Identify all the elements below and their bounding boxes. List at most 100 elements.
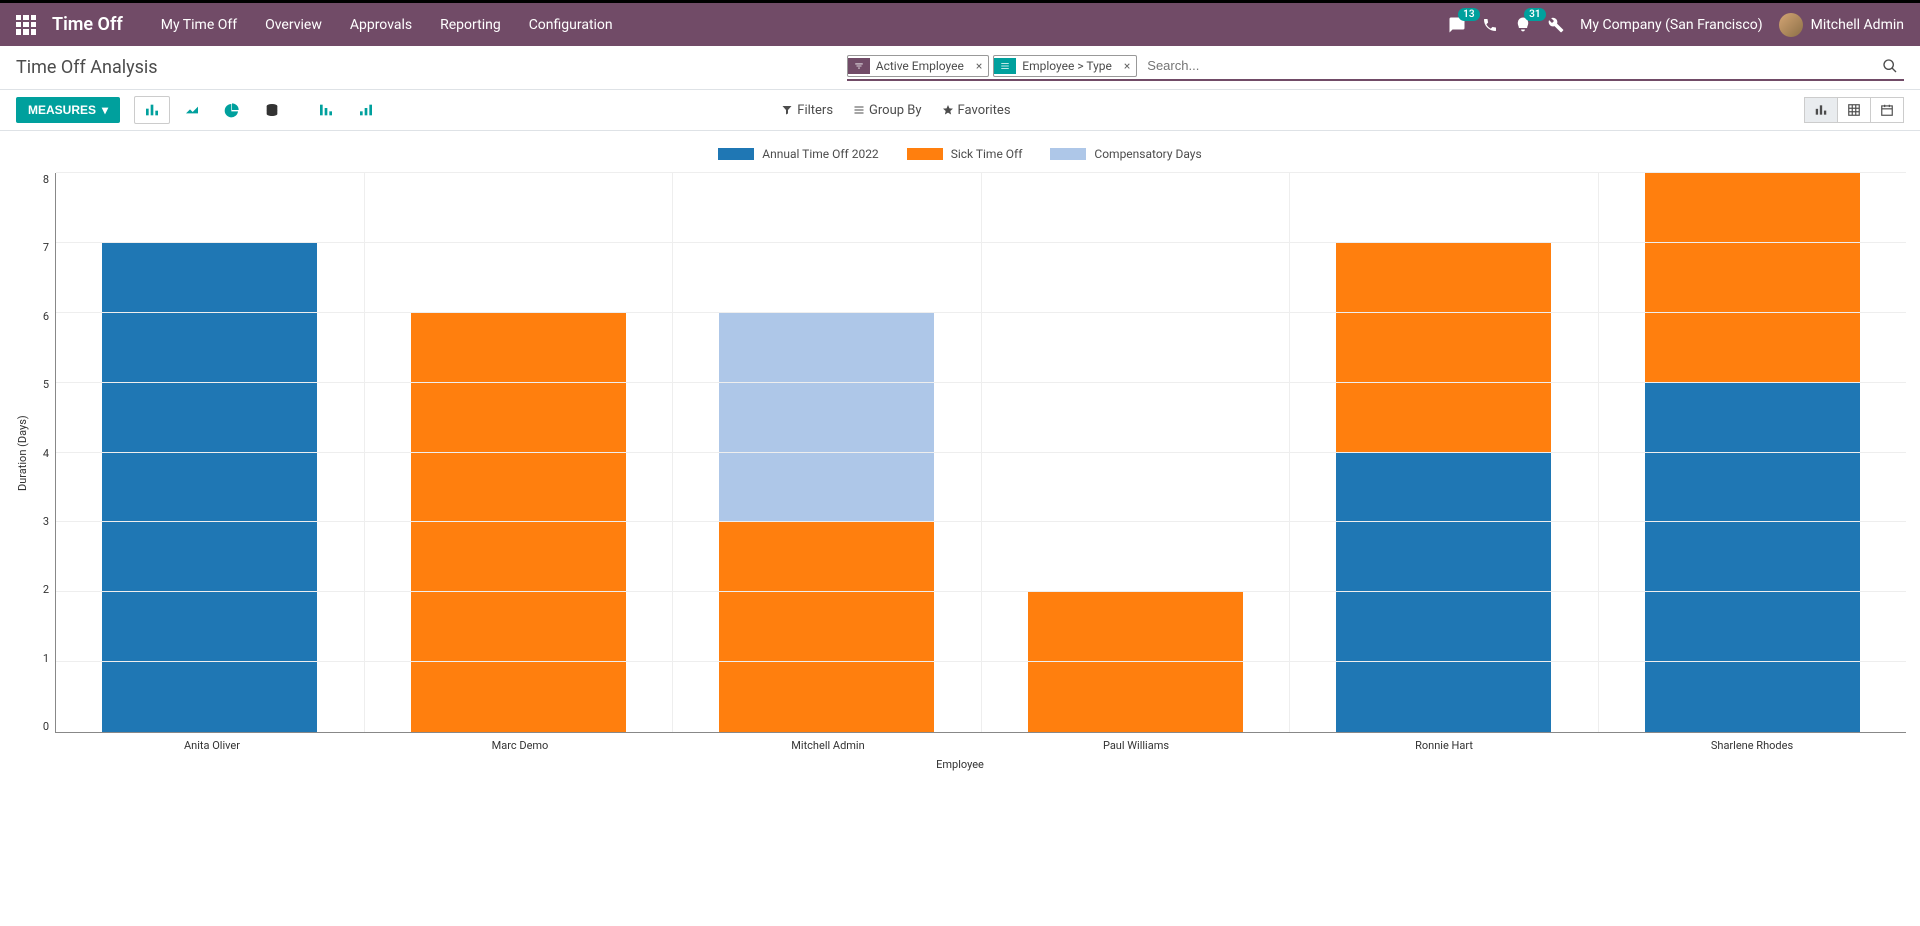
measures-label: MEASURES xyxy=(28,103,96,117)
bar-column xyxy=(673,173,982,732)
bar-stack[interactable] xyxy=(102,243,317,732)
legend-swatch xyxy=(1050,148,1086,160)
nav-reporting[interactable]: Reporting xyxy=(426,17,515,33)
gridline xyxy=(56,172,1906,173)
bar-segment[interactable] xyxy=(1336,243,1551,453)
activities-icon[interactable]: 31 xyxy=(1514,16,1532,34)
bar-stack[interactable] xyxy=(411,313,626,732)
bar-segment[interactable] xyxy=(1028,592,1243,732)
bar-stack[interactable] xyxy=(1336,243,1551,732)
pie-chart-mode-button[interactable] xyxy=(214,96,250,124)
x-tick-label: Anita Oliver xyxy=(58,733,366,752)
legend-swatch xyxy=(907,148,943,160)
sort-asc-button[interactable] xyxy=(348,96,384,124)
line-chart-mode-button[interactable] xyxy=(174,96,210,124)
nav-my-time-off[interactable]: My Time Off xyxy=(147,17,251,33)
nav-approvals[interactable]: Approvals xyxy=(336,17,426,33)
y-tick: 7 xyxy=(43,241,49,254)
y-tick: 4 xyxy=(43,447,49,460)
bar-column xyxy=(982,173,1291,732)
plot-area xyxy=(55,173,1906,733)
systray: 13 31 My Company (San Francisco) Mitchel… xyxy=(1448,13,1904,37)
search-bar: Active Employee × Employee > Type × xyxy=(847,54,1904,81)
bar-column xyxy=(365,173,674,732)
calendar-view-button[interactable] xyxy=(1870,97,1904,123)
control-panel: MEASURES ▾ Filters Group By xyxy=(0,90,1920,131)
chart-container: Annual Time Off 2022 Sick Time Off Compens… xyxy=(0,131,1920,771)
company-selector[interactable]: My Company (San Francisco) xyxy=(1580,17,1762,33)
gridline xyxy=(56,242,1906,243)
gridline xyxy=(56,382,1906,383)
y-tick: 2 xyxy=(43,583,49,596)
y-axis-label: Duration (Days) xyxy=(14,173,31,733)
chart-legend: Annual Time Off 2022 Sick Time Off Compens… xyxy=(14,141,1906,173)
gridline xyxy=(56,661,1906,662)
y-tick: 6 xyxy=(43,310,49,323)
bar-stack[interactable] xyxy=(1028,592,1243,732)
activities-badge: 31 xyxy=(1524,8,1545,21)
favorites-dropdown[interactable]: Favorites xyxy=(942,103,1011,118)
user-menu[interactable]: Mitchell Admin xyxy=(1779,13,1904,37)
measures-button[interactable]: MEASURES ▾ xyxy=(16,97,120,123)
bar-segment[interactable] xyxy=(719,313,934,523)
legend-item[interactable]: Sick Time Off xyxy=(907,147,1023,161)
bar-segment[interactable] xyxy=(1645,173,1860,383)
nav-overview[interactable]: Overview xyxy=(251,17,336,33)
breadcrumb-search-row: Time Off Analysis Active Employee × Empl… xyxy=(0,46,1920,90)
x-tick-label: Ronnie Hart xyxy=(1290,733,1598,752)
stacked-mode-button[interactable] xyxy=(254,96,290,124)
search-input[interactable] xyxy=(1141,54,1876,77)
bar-column xyxy=(1290,173,1599,732)
legend-item[interactable]: Annual Time Off 2022 xyxy=(718,147,878,161)
bar-segment[interactable] xyxy=(411,313,626,732)
bar-segment[interactable] xyxy=(719,522,934,732)
filter-facet-label: Active Employee xyxy=(870,56,970,76)
x-tick-label: Marc Demo xyxy=(366,733,674,752)
search-icon[interactable] xyxy=(1876,58,1904,74)
groupby-icon xyxy=(994,58,1016,74)
x-tick-label: Paul Williams xyxy=(982,733,1290,752)
bar-segment[interactable] xyxy=(1645,383,1860,732)
apps-launcher-icon[interactable] xyxy=(16,15,36,35)
filter-icon xyxy=(848,58,870,74)
x-tick-label: Mitchell Admin xyxy=(674,733,982,752)
gridline xyxy=(56,591,1906,592)
bars-layer xyxy=(56,173,1906,732)
legend-label: Annual Time Off 2022 xyxy=(762,147,878,161)
legend-label: Sick Time Off xyxy=(951,147,1023,161)
bar-segment[interactable] xyxy=(102,243,317,732)
groupby-facet-remove[interactable]: × xyxy=(1118,59,1136,73)
gridline xyxy=(56,452,1906,453)
gridline xyxy=(56,521,1906,522)
y-tick: 8 xyxy=(43,173,49,186)
user-name: Mitchell Admin xyxy=(1811,17,1904,33)
y-tick: 3 xyxy=(43,515,49,528)
search-options: Filters Group By Favorites xyxy=(781,103,1010,118)
sort-desc-button[interactable] xyxy=(308,96,344,124)
caret-down-icon: ▾ xyxy=(102,103,108,117)
top-navbar: Time Off My Time Off Overview Approvals … xyxy=(0,0,1920,46)
bar-segment[interactable] xyxy=(1336,453,1551,733)
legend-label: Compensatory Days xyxy=(1094,147,1201,161)
filters-dropdown[interactable]: Filters xyxy=(781,103,833,118)
debug-icon[interactable] xyxy=(1548,17,1564,33)
phone-icon[interactable] xyxy=(1482,17,1498,33)
groupby-dropdown[interactable]: Group By xyxy=(853,103,922,118)
y-axis-ticks: 876543210 xyxy=(31,173,55,733)
app-brand[interactable]: Time Off xyxy=(52,14,123,35)
bar-stack[interactable] xyxy=(719,313,934,732)
nav-configuration[interactable]: Configuration xyxy=(515,17,627,33)
legend-swatch xyxy=(718,148,754,160)
filter-facet: Active Employee × xyxy=(847,55,990,77)
filter-facet-remove[interactable]: × xyxy=(970,59,988,73)
pivot-view-button[interactable] xyxy=(1837,97,1871,123)
bar-stack[interactable] xyxy=(1645,173,1860,732)
messages-icon[interactable]: 13 xyxy=(1448,16,1466,34)
graph-view-button[interactable] xyxy=(1804,97,1838,123)
x-axis-ticks: Anita OliverMarc DemoMitchell AdminPaul … xyxy=(58,733,1906,752)
bar-column xyxy=(1599,173,1907,732)
x-axis-label: Employee xyxy=(14,758,1906,771)
bar-chart-mode-button[interactable] xyxy=(134,96,170,124)
bar-column xyxy=(56,173,365,732)
legend-item[interactable]: Compensatory Days xyxy=(1050,147,1201,161)
